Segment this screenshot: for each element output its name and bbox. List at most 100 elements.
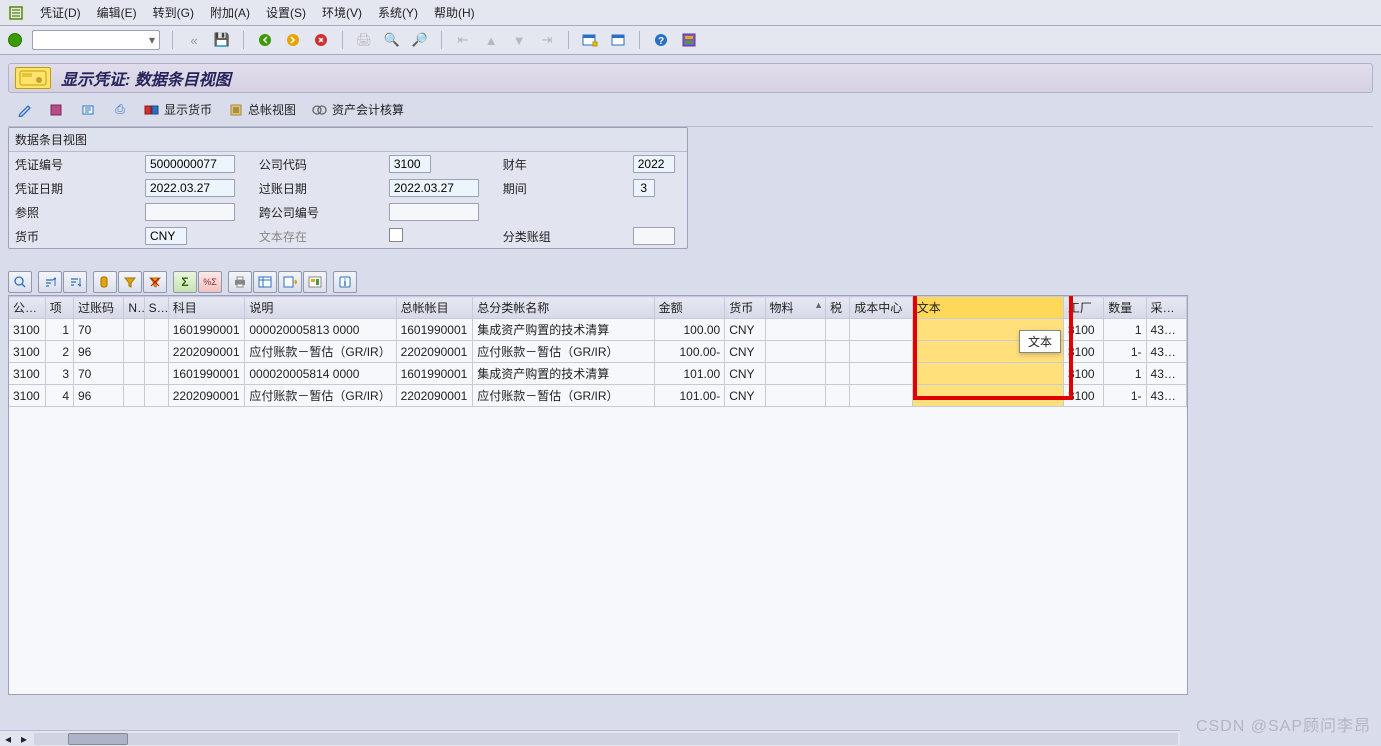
field-ledger-group[interactable] [633,227,675,245]
tool-display-header-icon[interactable] [76,100,100,120]
field-currency[interactable] [145,227,187,245]
grid-details-icon[interactable] [8,271,32,293]
col-tax[interactable]: 税 [826,297,850,319]
col-quantity[interactable]: 数量 [1104,297,1146,319]
field-reference[interactable] [145,203,235,221]
display-currency-button[interactable]: 显示货币 [140,99,216,120]
grid-filter-icon[interactable] [118,271,142,293]
col-sg[interactable]: SG [144,297,168,319]
col-account[interactable]: 科目 [168,297,245,319]
menu-extras[interactable]: 附加(A) [210,4,250,21]
shortcut-icon[interactable] [609,31,627,49]
field-period[interactable] [633,179,655,197]
cell-ni [124,385,144,407]
first-page-icon[interactable]: ⇤ [454,31,472,49]
grid-filter-delete-icon[interactable] [143,271,167,293]
exit-icon[interactable] [284,31,302,49]
cell-amt: 101.00- [654,385,725,407]
field-fiscal-year[interactable] [633,155,675,173]
standard-toolbar: ▾ « 💾 🖨 🔍 🔎 ⇤ ▲ ▼ ⇥ ? [0,26,1381,55]
col-amount[interactable]: 金额 [654,297,725,319]
separator [639,31,640,49]
table-row[interactable]: 31002962202090001应付账款－暂估（GR/IR）220209000… [9,341,1187,363]
find-icon[interactable]: 🔍 [383,31,401,49]
tool-taxes-icon[interactable]: ⎙ [108,100,132,120]
svg-text:i: i [344,278,347,289]
col-gl-account[interactable]: 总帐帐目 [396,297,473,319]
grid-sort-desc-icon[interactable] [63,271,87,293]
page-header: 显示凭证: 数据条目视图 [8,63,1373,93]
tool-change-icon[interactable] [12,100,36,120]
col-plant[interactable]: 工厂 [1063,297,1103,319]
grid-views-icon[interactable] [253,271,277,293]
col-description[interactable]: 说明 [245,297,396,319]
cell-cur: CNY [725,319,765,341]
field-doc-no[interactable] [145,155,235,173]
find-next-icon[interactable]: 🔎 [411,31,429,49]
grid-subtotal-icon[interactable]: %Σ [198,271,222,293]
cell-glname: 应付账款－暂估（GR/IR） [473,341,654,363]
grid-sum-icon[interactable]: Σ [173,271,197,293]
save-icon[interactable]: 💾 [213,31,231,49]
line-items-grid[interactable]: 公… 项 过账码 NI SG 科目 说明 总帐帐目 总分类帐名称 金额 货币 物… [8,295,1188,695]
grid-info-icon[interactable]: i [333,271,357,293]
col-cost-center[interactable]: 成本中心 [850,297,913,319]
col-po[interactable]: 采购凭 [1146,297,1186,319]
field-posting-date[interactable] [389,179,479,197]
print-icon[interactable]: 🖨 [355,31,373,49]
menu-edit[interactable]: 编辑(E) [97,4,137,21]
menu-goto[interactable]: 转到(G) [153,4,194,21]
menu-environment[interactable]: 环境(V) [322,4,362,21]
gl-view-button[interactable]: 总帐视图 [224,99,300,120]
cell-qty: 1 [1104,319,1146,341]
table-row[interactable]: 31001701601990001000020005813 0000160199… [9,319,1187,341]
tool-display-icon[interactable] [44,100,68,120]
last-page-icon[interactable]: ⇥ [538,31,556,49]
field-doc-date[interactable] [145,179,235,197]
enter-icon[interactable] [8,33,22,47]
cell-cc [850,363,913,385]
menu-settings[interactable]: 设置(S) [266,4,306,21]
col-item[interactable]: 项 [45,297,73,319]
system-menu-icon[interactable] [8,5,24,21]
col-currency[interactable]: 货币 [725,297,765,319]
col-ni[interactable]: NI [124,297,144,319]
scroll-thumb[interactable] [68,733,128,745]
menu-help[interactable]: 帮助(H) [434,4,475,21]
col-material[interactable]: 物料▲ [765,297,825,319]
table-row[interactable]: 31004962202090001应付账款－暂估（GR/IR）220209000… [9,385,1187,407]
cell-glname: 集成资产购置的技术清算 [473,363,654,385]
command-field[interactable]: ▾ [32,30,160,50]
prev-page-icon[interactable]: ▲ [482,31,500,49]
separator [441,31,442,49]
col-gl-name[interactable]: 总分类帐名称 [473,297,654,319]
col-company[interactable]: 公… [9,297,45,319]
layout-icon[interactable] [680,31,698,49]
table-row[interactable]: 31003701601990001000020005814 0000160199… [9,363,1187,385]
scroll-right-icon[interactable]: ▸ [16,732,32,746]
back-green-icon[interactable] [256,31,274,49]
cell-gl: 1601990001 [396,319,473,341]
next-page-icon[interactable]: ▼ [510,31,528,49]
col-posting-key[interactable]: 过账码 [74,297,124,319]
asset-accounting-button[interactable]: 资产会计核算 [308,99,408,120]
grid-sort-asc-icon[interactable] [38,271,62,293]
help-icon[interactable]: ? [652,31,670,49]
new-session-icon[interactable] [581,31,599,49]
scroll-track[interactable] [34,733,1178,745]
grid-layout-icon[interactable] [303,271,327,293]
menu-document[interactable]: 凭证(D) [40,4,81,21]
back-icon[interactable]: « [185,31,203,49]
grid-export-icon[interactable] [278,271,302,293]
field-company-code[interactable] [389,155,431,173]
grid-find-icon[interactable] [93,271,117,293]
horizontal-scrollbar[interactable]: ◂ ▸ [0,730,1180,746]
grid-header-row[interactable]: 公… 项 过账码 NI SG 科目 说明 总帐帐目 总分类帐名称 金额 货币 物… [9,297,1187,319]
field-cross-company[interactable] [389,203,479,221]
scroll-left-icon[interactable]: ◂ [0,732,16,746]
sort-indicator-icon: ▲ [814,300,823,310]
col-text[interactable]: 文本 [912,297,1063,319]
cancel-icon[interactable] [312,31,330,49]
menu-system[interactable]: 系统(Y) [378,4,418,21]
grid-print-icon[interactable] [228,271,252,293]
